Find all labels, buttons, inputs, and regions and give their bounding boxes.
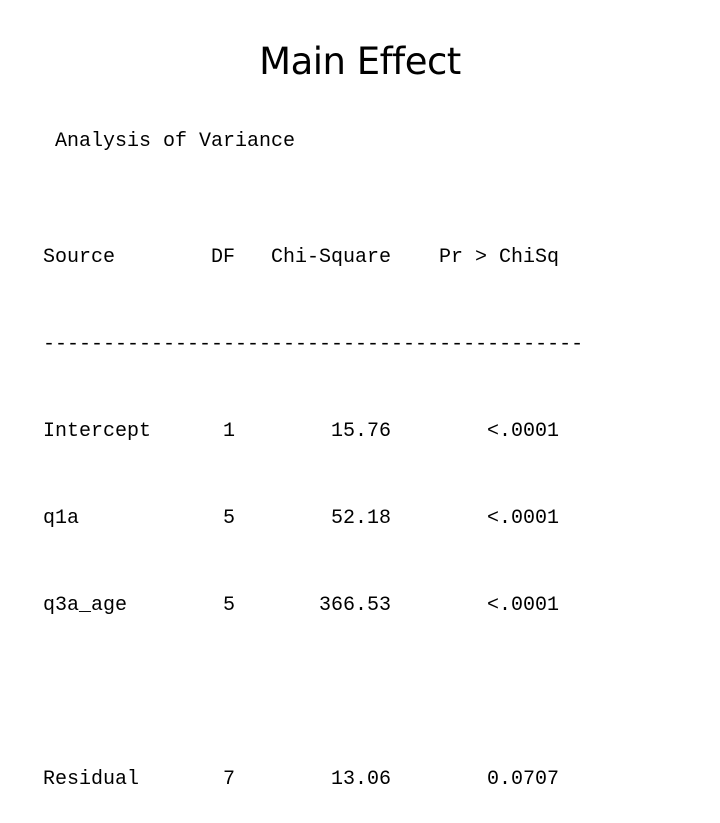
row-chi-square: 52.18 — [330, 507, 391, 530]
separator-line: ----------------------------------------… — [43, 333, 584, 356]
header-source: Source — [43, 246, 116, 269]
row-chi-square: 366.53 — [318, 594, 391, 617]
header-df: DF — [211, 246, 236, 269]
table-row: Intercept 1 15.76 <.0001 — [43, 417, 583, 446]
table-row: q1a 5 52.18 <.0001 — [43, 504, 583, 533]
residual-df: 7 — [222, 768, 235, 791]
residual-chi-square: 13.06 — [330, 768, 391, 791]
table-row: q3a_age 5 366.53 <.0001 — [43, 591, 583, 620]
header-p-value: Pr > ChiSq — [438, 246, 559, 269]
row-source: q3a_age — [43, 594, 128, 617]
residual-source: Residual — [43, 768, 140, 791]
row-df: 5 — [222, 594, 235, 617]
residual-p-value: 0.0707 — [486, 768, 559, 791]
row-source: q1a — [43, 507, 80, 530]
header-chi-square: Chi-Square — [270, 246, 391, 269]
slide-title: Main Effect — [259, 40, 461, 83]
row-df: 5 — [222, 507, 235, 530]
row-p-value: <.0001 — [486, 420, 559, 443]
row-p-value: <.0001 — [486, 594, 559, 617]
table-header-row: Source DF Chi-Square Pr > ChiSq — [43, 243, 583, 272]
row-source: Intercept — [43, 420, 152, 443]
row-p-value: <.0001 — [486, 507, 559, 530]
row-df: 1 — [222, 420, 235, 443]
row-chi-square: 15.76 — [330, 420, 391, 443]
table-subtitle: Analysis of Variance — [55, 130, 296, 153]
residual-row: Residual 7 13.06 0.0707 — [43, 765, 583, 794]
anova-table: Source DF Chi-Square Pr > ChiSq -----------… — [43, 185, 583, 823]
